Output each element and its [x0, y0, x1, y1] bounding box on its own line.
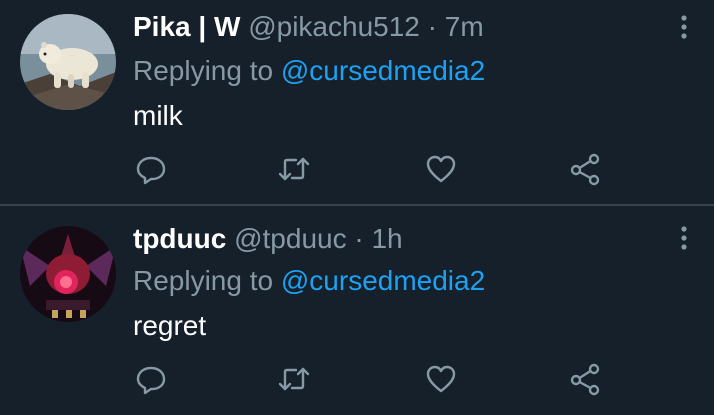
- header-separator: ·: [354, 223, 364, 254]
- display-name[interactable]: tpduuc: [133, 223, 226, 254]
- avatar-red-creature-image: [20, 226, 116, 322]
- retweet-icon[interactable]: [277, 152, 311, 186]
- tweet[interactable]: Pika | W @pikachu512 · 7m Replying to @c…: [0, 0, 714, 204]
- mention-link[interactable]: @cursedmedia2: [281, 265, 485, 296]
- replying-to-line: Replying to @cursedmedia2: [133, 54, 485, 88]
- tweet[interactable]: tpduuc @tpduuc · 1h Replying to @cursedm…: [0, 206, 714, 415]
- reply-feed: Pika | W @pikachu512 · 7m Replying to @c…: [0, 0, 717, 415]
- timestamp[interactable]: 1h: [371, 223, 402, 254]
- avatar-polar-bear-image: [20, 14, 116, 110]
- replying-to-label: Replying to: [133, 265, 274, 296]
- more-vertical-icon[interactable]: [675, 224, 693, 254]
- avatar[interactable]: [20, 226, 116, 322]
- display-name[interactable]: Pika | W: [133, 11, 240, 42]
- heart-icon[interactable]: [424, 152, 458, 186]
- timestamp[interactable]: 7m: [445, 11, 484, 42]
- share-icon[interactable]: [568, 152, 602, 186]
- reply-icon[interactable]: [134, 152, 168, 186]
- header-separator: ·: [427, 11, 437, 42]
- heart-icon[interactable]: [424, 362, 458, 396]
- share-icon[interactable]: [568, 362, 602, 396]
- replying-to-line: Replying to @cursedmedia2: [133, 264, 485, 298]
- replying-to-label: Replying to: [133, 55, 274, 86]
- tweet-header: Pika | W @pikachu512 · 7m: [133, 10, 484, 44]
- user-handle[interactable]: @pikachu512: [248, 11, 420, 42]
- mention-link[interactable]: @cursedmedia2: [281, 55, 485, 86]
- user-handle[interactable]: @tpduuc: [234, 223, 347, 254]
- tweet-text: regret: [133, 310, 207, 341]
- avatar[interactable]: [20, 14, 116, 110]
- more-vertical-icon[interactable]: [675, 13, 693, 43]
- tweet-header: tpduuc @tpduuc · 1h: [133, 222, 403, 256]
- reply-icon[interactable]: [134, 362, 168, 396]
- retweet-icon[interactable]: [277, 362, 311, 396]
- tweet-text: milk: [133, 100, 183, 131]
